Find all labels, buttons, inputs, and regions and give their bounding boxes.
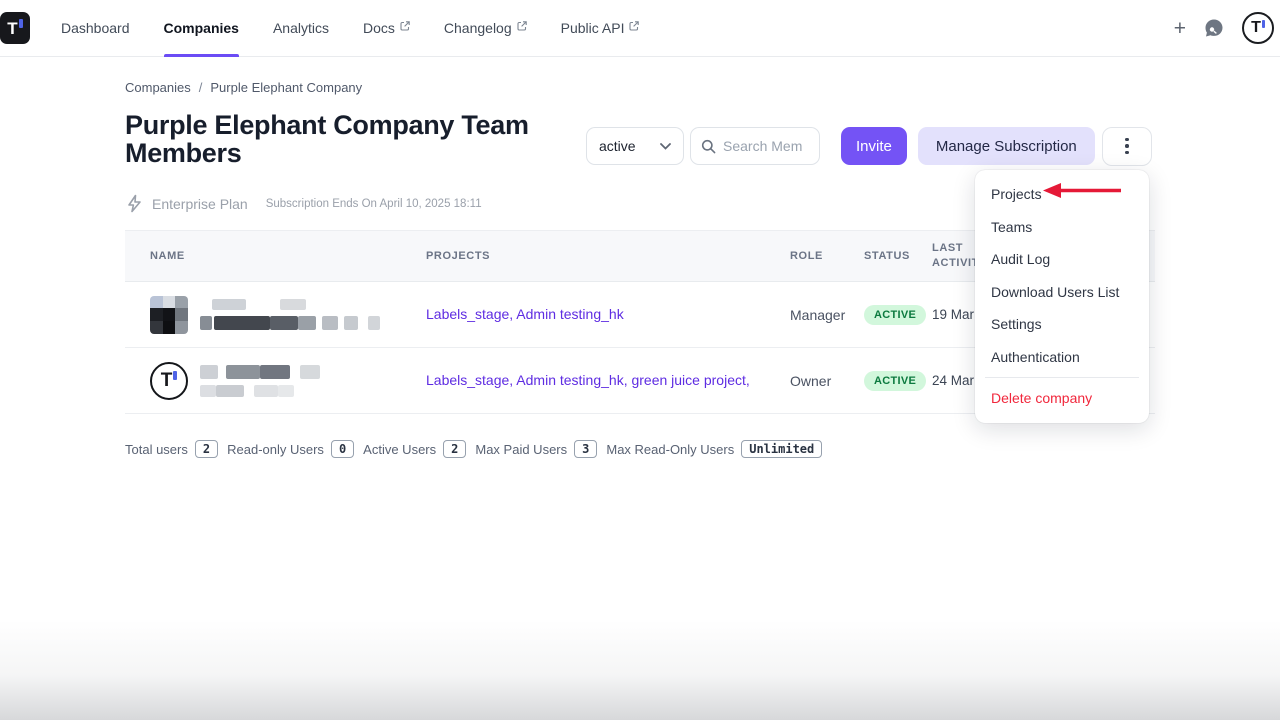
menu-item-audit-log[interactable]: Audit Log (975, 243, 1149, 276)
app-logo[interactable]: T (0, 12, 30, 44)
member-avatar-logo: T (150, 362, 188, 400)
nav-item-companies[interactable]: Companies (147, 0, 256, 57)
menu-item-projects[interactable]: Projects (975, 178, 1149, 211)
menu-item-delete-company[interactable]: Delete company (975, 382, 1149, 415)
logo-apostrophe (19, 19, 23, 28)
project-links[interactable]: Labels_stage, Admin testing_hk (426, 306, 624, 322)
controls-row: active Invite Manage Subscription (586, 127, 1152, 165)
breadcrumb: Companies / Purple Elephant Company (125, 80, 362, 95)
column-header-status: STATUS (864, 249, 932, 264)
page-title: Purple Elephant Company Team Members (125, 112, 595, 167)
stat-label-readonly-users: Read-only Users (227, 442, 324, 457)
member-role: Owner (790, 373, 864, 389)
logo-t-glyph: T (7, 20, 17, 37)
stat-value-active-users: 2 (443, 440, 466, 458)
stat-label-max-paid-users: Max Paid Users (475, 442, 567, 457)
nav-label: Companies (164, 20, 239, 36)
member-name-cell (150, 296, 426, 334)
manage-subscription-button[interactable]: Manage Subscription (918, 127, 1095, 165)
nav-label: Dashboard (61, 20, 130, 36)
redacted-avatar (150, 296, 188, 334)
viewport-bottom-fade (0, 620, 1280, 720)
member-name-cell: T (150, 362, 426, 400)
stat-value-readonly-users: 0 (331, 440, 354, 458)
nav-label: Changelog (444, 20, 512, 36)
support-chat-icon[interactable] (1203, 17, 1225, 39)
plan-name: Enterprise Plan (152, 196, 248, 212)
breadcrumb-separator: / (199, 80, 203, 95)
top-navbar: T Dashboard Companies Analytics Docs Cha… (0, 0, 1280, 57)
nav-label: Public API (561, 20, 625, 36)
nav-label: Analytics (273, 20, 329, 36)
user-stats-row: Total users 2 Read-only Users 0 Active U… (125, 440, 831, 458)
stat-label-active-users: Active Users (363, 442, 436, 457)
search-box (690, 127, 820, 165)
stat-label-total-users: Total users (125, 442, 188, 457)
company-actions-menu: Projects Teams Audit Log Download Users … (975, 170, 1149, 423)
more-options-kebab-button[interactable] (1102, 127, 1152, 166)
subscription-ends-text: Subscription Ends On April 10, 2025 18:1… (266, 198, 482, 210)
stat-value-max-paid-users: 3 (574, 440, 597, 458)
plus-icon[interactable]: + (1174, 18, 1186, 39)
menu-item-download-users-list[interactable]: Download Users List (975, 276, 1149, 309)
external-link-icon (400, 21, 410, 31)
invite-button[interactable]: Invite (841, 127, 907, 165)
redacted-name-text (200, 365, 320, 397)
main-nav: Dashboard Companies Analytics Docs Chang… (44, 0, 656, 57)
status-badge: ACTIVE (864, 305, 926, 325)
navbar-right-actions: + T (1174, 12, 1274, 44)
lightning-bolt-icon (126, 194, 143, 213)
nav-item-changelog[interactable]: Changelog (427, 0, 544, 57)
column-header-name: NAME (150, 249, 426, 264)
stat-value-max-readonly-users: Unlimited (741, 440, 822, 458)
column-header-projects: PROJECTS (426, 249, 790, 264)
redacted-name-text (200, 299, 380, 330)
nav-item-docs[interactable]: Docs (346, 0, 427, 57)
nav-item-analytics[interactable]: Analytics (256, 0, 346, 57)
breadcrumb-companies[interactable]: Companies (125, 80, 191, 95)
external-link-icon (629, 21, 639, 31)
menu-item-authentication[interactable]: Authentication (975, 341, 1149, 374)
status-filter-value: active (599, 138, 636, 154)
status-filter-select[interactable]: active (586, 127, 684, 165)
stat-label-max-readonly-users: Max Read-Only Users (606, 442, 734, 457)
avatar-apostrophe (1262, 20, 1265, 28)
status-badge: ACTIVE (864, 371, 926, 391)
menu-divider (985, 377, 1139, 378)
search-icon (701, 139, 716, 154)
plan-row: Enterprise Plan Subscription Ends On Apr… (126, 194, 482, 213)
external-link-icon (517, 21, 527, 31)
nav-item-dashboard[interactable]: Dashboard (44, 0, 147, 57)
menu-item-teams[interactable]: Teams (975, 211, 1149, 244)
search-input[interactable] (723, 138, 809, 154)
breadcrumb-current-company[interactable]: Purple Elephant Company (210, 80, 362, 95)
app-root: T Dashboard Companies Analytics Docs Cha… (0, 0, 1280, 720)
user-avatar[interactable]: T (1242, 12, 1274, 44)
column-header-role: ROLE (790, 249, 864, 264)
member-role: Manager (790, 307, 864, 323)
chevron-down-icon (660, 143, 671, 150)
project-links[interactable]: Labels_stage, Admin testing_hk, green ju… (426, 372, 750, 388)
nav-item-public-api[interactable]: Public API (544, 0, 657, 57)
stat-value-total-users: 2 (195, 440, 218, 458)
nav-label: Docs (363, 20, 395, 36)
avatar-t-glyph: T (1251, 20, 1261, 36)
menu-item-settings[interactable]: Settings (975, 308, 1149, 341)
